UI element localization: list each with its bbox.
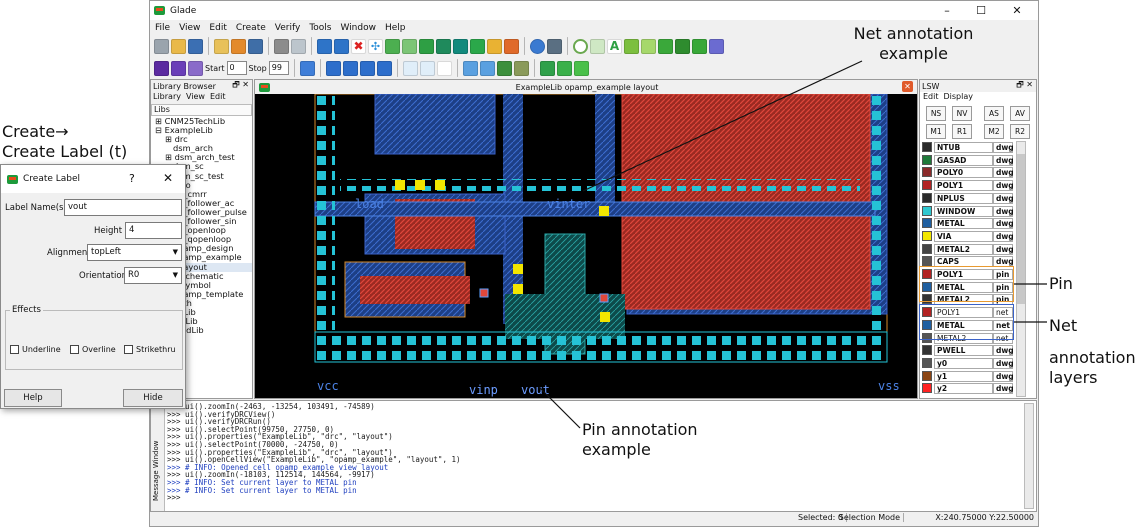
leader-line-net-example [582,60,863,192]
annotation-leader-lines [538,60,1047,429]
leader-line-pin-example [538,386,581,429]
